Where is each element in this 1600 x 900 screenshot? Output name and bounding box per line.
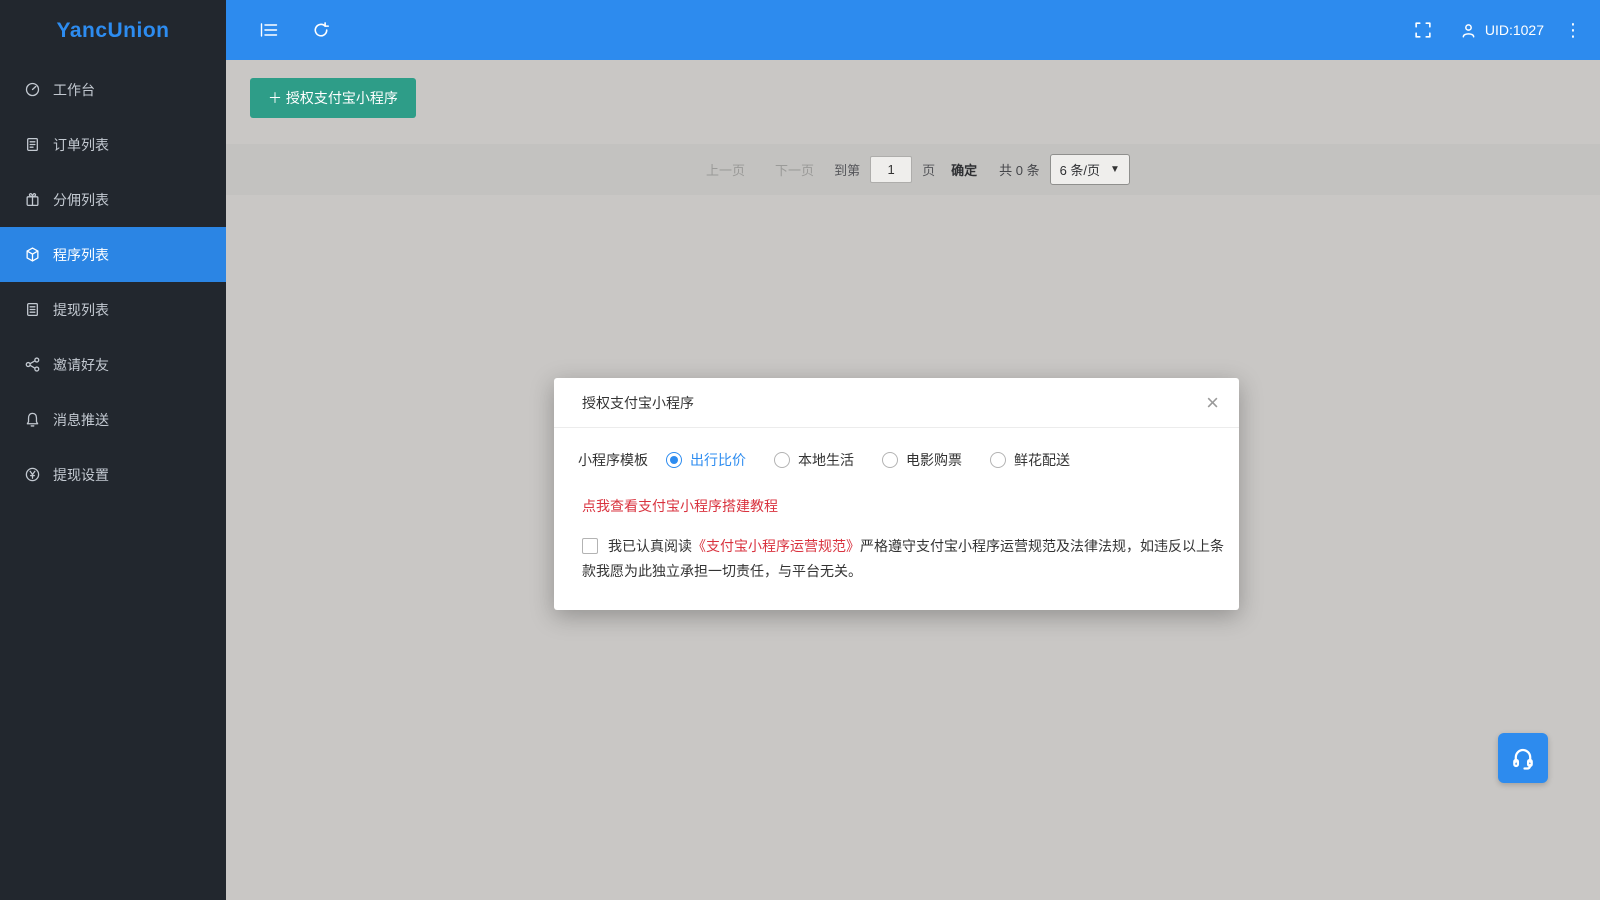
radio-option-flower-delivery[interactable]: 鲜花配送 [990,450,1070,470]
prev-page-button[interactable]: 上一页 [696,156,755,183]
goto-page-prefix: 到第 [834,163,861,178]
radio-icon [882,452,898,468]
agreement-checkbox[interactable] [582,538,598,554]
sidebar-item-orders[interactable]: 订单列表 [0,117,226,172]
template-radio-row: 小程序模板 出行比价 本地生活 电影购票 鲜花配送 [578,450,1227,470]
sidebar-item-label: 消息推送 [53,411,109,428]
program-list-icon [24,247,40,263]
next-page-button[interactable]: 下一页 [765,156,824,183]
commission-list-icon [24,192,40,208]
sidebar-item-label: 工作台 [53,81,95,98]
sidebar-item-withdraw-settings[interactable]: 提现设置 [0,447,226,502]
sidebar-item-workbench[interactable]: 工作台 [0,62,226,117]
refresh-icon[interactable] [304,13,338,47]
radio-option-local-life[interactable]: 本地生活 [774,450,854,470]
order-list-icon [24,137,40,153]
sidebar-item-commission[interactable]: 分佣列表 [0,172,226,227]
close-icon[interactable]: × [1202,388,1223,418]
sidebar: YancUnion 工作台 订单列表 分佣列表 程序列表 提现列表 邀请好友 消… [0,0,226,900]
message-push-icon [24,412,40,428]
more-options-icon[interactable]: ⋮ [1564,21,1582,39]
radio-label: 出行比价 [690,452,746,468]
page-size-select[interactable]: 6 条/页 ▼ [1049,154,1130,185]
withdraw-settings-icon [24,467,40,483]
agreement-spec-link[interactable]: 《支付宝小程序运营规范》 [692,538,860,554]
invite-friends-icon [24,357,40,373]
sidebar-item-label: 邀请好友 [53,356,109,373]
sidebar-item-label: 提现设置 [53,466,109,483]
sidebar-item-label: 程序列表 [53,246,109,263]
page-number-input[interactable] [870,156,913,183]
user-icon [1460,21,1478,39]
modal-title: 授权支付宝小程序 [582,395,694,411]
sidebar-item-invite[interactable]: 邀请好友 [0,337,226,392]
authorize-miniapp-modal: 授权支付宝小程序 × 小程序模板 出行比价 本地生活 电影购票 鲜花配送 点我查… [554,378,1239,611]
tutorial-link[interactable]: 点我查看支付宝小程序搭建教程 [582,496,1227,516]
sidebar-item-label: 提现列表 [53,301,109,318]
radio-label: 本地生活 [798,452,854,468]
radio-option-travel-compare[interactable]: 出行比价 [666,450,746,470]
authorize-miniapp-button[interactable]: ＋ 授权支付宝小程序 [250,78,416,118]
headset-icon [1511,746,1535,770]
radio-option-movie-tickets[interactable]: 电影购票 [882,450,962,470]
user-menu[interactable]: UID:1027 [1460,21,1544,39]
sidebar-item-withdraw-list[interactable]: 提现列表 [0,282,226,337]
confirm-page-button[interactable]: 确定 [945,156,983,183]
brand-logo[interactable]: YancUnion [0,0,226,62]
sidebar-item-label: 订单列表 [53,136,109,153]
agreement-prefix: 我已认真阅读 [608,538,692,554]
sidebar-item-label: 分佣列表 [53,191,109,208]
topbar: UID:1027 ⋮ [226,0,1600,60]
page-size-value: 6 条/页 [1059,163,1101,178]
modal-header: 授权支付宝小程序 × [554,378,1239,428]
dashboard-icon [24,82,40,98]
radio-icon [774,452,790,468]
goto-page-suffix: 页 [922,163,936,178]
withdraw-list-icon [24,302,40,318]
sidebar-item-programs[interactable]: 程序列表 [0,227,226,282]
radio-icon [990,452,1006,468]
customer-support-button[interactable] [1498,733,1548,783]
template-label: 小程序模板 [578,452,648,468]
total-count-label: 共 0 条 [999,163,1040,178]
pagination: 上一页 下一页 到第 页 确定 共 0 条 6 条/页 ▼ [226,144,1600,195]
uid-label: UID:1027 [1484,22,1544,38]
agreement-text: 我已认真阅读《支付宝小程序运营规范》严格遵守支付宝小程序运营规范及法律法规，如违… [578,534,1227,584]
modal-body: 小程序模板 出行比价 本地生活 电影购票 鲜花配送 点我查看支付宝小程序搭建教程… [554,428,1239,610]
menu-toggle-icon[interactable] [252,13,286,47]
radio-icon [666,452,682,468]
radio-label: 电影购票 [906,452,962,468]
chevron-down-icon: ▼ [1110,164,1120,175]
radio-label: 鲜花配送 [1014,452,1070,468]
fullscreen-icon[interactable] [1406,13,1440,47]
sidebar-item-messages[interactable]: 消息推送 [0,392,226,447]
